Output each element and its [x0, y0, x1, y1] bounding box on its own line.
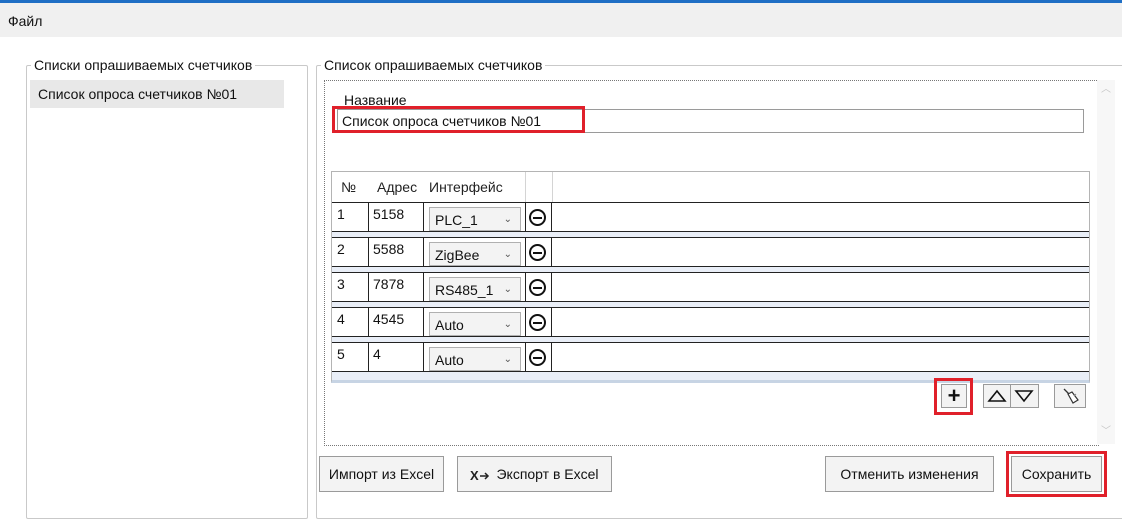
cell-interface: Auto ⌄ [424, 308, 526, 336]
meter-list-editor-title: Список опрашиваемых счетчиков [324, 57, 543, 73]
remove-row-icon[interactable] [529, 244, 546, 261]
interface-value: ZigBee [435, 247, 480, 263]
menu-bar: Файл [0, 3, 1122, 37]
chevron-down-icon: ⌄ [503, 319, 512, 330]
cell-number: 1 [332, 203, 369, 231]
interface-value: Auto [435, 317, 464, 333]
move-up-button[interactable] [983, 384, 1011, 408]
import-excel-button[interactable]: Импорт из Excel [319, 456, 444, 492]
excel-export-icon: X [470, 468, 490, 482]
column-header-address[interactable]: Адрес [377, 172, 418, 202]
remove-row-icon[interactable] [529, 209, 546, 226]
add-row-button[interactable]: + [941, 384, 967, 408]
export-excel-label: Экспорт в Excel [496, 466, 599, 482]
column-header-number[interactable]: № [341, 172, 357, 202]
cell-interface: Auto ⌄ [424, 343, 526, 371]
scroll-up-icon[interactable]: ︿ [1098, 80, 1114, 100]
table-row[interactable]: 1 5158 PLC_1 ⌄ [332, 202, 1089, 232]
cell-address[interactable]: 5158 [369, 203, 424, 231]
chevron-down-icon: ⌄ [503, 354, 512, 365]
header-separator [525, 172, 526, 202]
interface-select[interactable]: RS485_1 ⌄ [429, 277, 521, 301]
broom-icon [1063, 388, 1079, 404]
cell-number: 5 [332, 343, 369, 371]
cell-interface: PLC_1 ⌄ [424, 203, 526, 231]
remove-row-icon[interactable] [529, 349, 546, 366]
move-down-button[interactable] [1011, 384, 1039, 408]
meters-table: № Адрес Интерфейс 1 5158 PLC_1 ⌄ 2 5588 Z… [331, 171, 1090, 383]
interface-value: RS485_1 [435, 282, 494, 298]
interface-select[interactable]: Auto ⌄ [429, 312, 521, 336]
meter-lists-group: Списки опрашиваемых счетчиков [26, 57, 308, 519]
cancel-changes-button[interactable]: Отменить изменения [825, 456, 994, 492]
cell-delete [526, 238, 552, 266]
scroll-down-icon[interactable]: ﹀ [1098, 422, 1114, 442]
table-row[interactable]: 2 5588 ZigBee ⌄ [332, 237, 1089, 267]
cell-delete [526, 343, 552, 371]
chevron-down-icon: ⌄ [503, 284, 512, 295]
export-excel-button[interactable]: X Экспорт в Excel [457, 456, 612, 492]
table-row[interactable]: 5 4 Auto ⌄ [332, 342, 1089, 372]
cell-number: 4 [332, 308, 369, 336]
interface-value: Auto [435, 352, 464, 368]
remove-row-icon[interactable] [529, 279, 546, 296]
remove-row-icon[interactable] [529, 314, 546, 331]
svg-text:X: X [470, 468, 479, 482]
menu-file[interactable]: Файл [6, 11, 44, 31]
cell-delete [526, 308, 552, 336]
header-separator [552, 172, 553, 202]
cell-delete [526, 273, 552, 301]
plus-icon: + [947, 383, 961, 408]
column-header-interface[interactable]: Интерфейс [429, 172, 503, 202]
cell-address[interactable]: 5588 [369, 238, 424, 266]
name-label: Название [344, 92, 407, 108]
cell-number: 3 [332, 273, 369, 301]
interface-select[interactable]: Auto ⌄ [429, 347, 521, 371]
table-row[interactable]: 3 7878 RS485_1 ⌄ [332, 272, 1089, 302]
table-row[interactable]: 4 4545 Auto ⌄ [332, 307, 1089, 337]
save-button[interactable]: Сохранить [1011, 456, 1102, 492]
chevron-down-icon: ⌄ [503, 249, 512, 260]
vertical-scrollbar[interactable] [1097, 80, 1115, 444]
cell-number: 2 [332, 238, 369, 266]
cell-address[interactable]: 4 [369, 343, 424, 371]
interface-value: PLC_1 [435, 212, 478, 228]
cell-address[interactable]: 4545 [369, 308, 424, 336]
meter-list-item[interactable]: Список опроса счетчиков №01 [30, 80, 284, 108]
name-input[interactable] [337, 109, 1084, 133]
triangle-up-icon [987, 389, 1007, 402]
interface-select[interactable]: PLC_1 ⌄ [429, 207, 521, 231]
interface-select[interactable]: ZigBee ⌄ [429, 242, 521, 266]
cell-delete [526, 203, 552, 231]
meter-lists-title: Списки опрашиваемых счетчиков [34, 57, 253, 73]
cell-interface: RS485_1 ⌄ [424, 273, 526, 301]
cell-interface: ZigBee ⌄ [424, 238, 526, 266]
cell-address[interactable]: 7878 [369, 273, 424, 301]
chevron-down-icon: ⌄ [503, 214, 512, 225]
triangle-down-icon [1014, 390, 1034, 403]
clear-button[interactable] [1054, 384, 1086, 408]
